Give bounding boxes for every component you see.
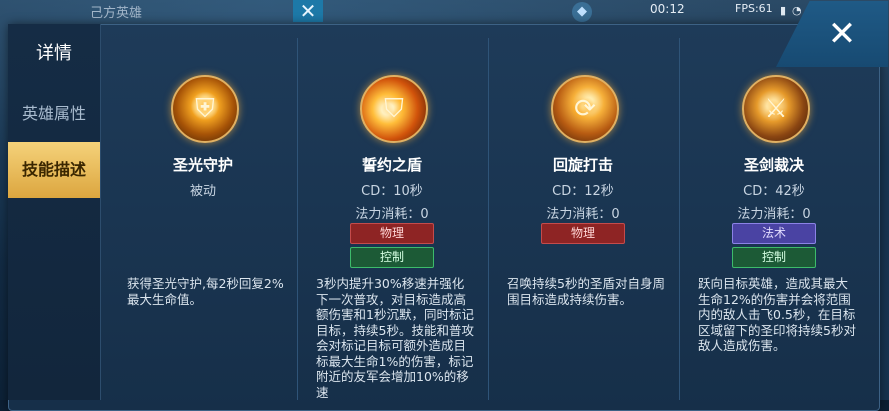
skill-description: 召唤持续5秒的圣盾对自身周围目标造成持续伤害。 xyxy=(507,276,665,307)
skill-card-passive[interactable]: ⛨ 圣光守护 被动 获得圣光守护,每2秒回复2%最大生命值。 xyxy=(113,40,293,400)
column-divider xyxy=(679,38,680,400)
skill-description: 获得圣光守护,每2秒回复2%最大生命值。 xyxy=(127,276,284,307)
detail-tabs: 详情 英雄属性 技能描述 xyxy=(8,24,101,400)
holy-sword-icon: ⚔ xyxy=(742,75,810,143)
tag-physical: 物理 xyxy=(541,223,625,244)
skill-card-3[interactable]: ⚔ 圣剑裁决 CD：42秒 法力消耗：0 法术 控制 跃向目标英雄，造成其最大生… xyxy=(684,40,864,400)
tag-magic: 法术 xyxy=(732,223,816,244)
skill-mana-cost: 法力消耗：0 xyxy=(355,207,429,222)
tag-control: 控制 xyxy=(350,247,434,268)
skill-card-1[interactable]: ⛉ 誓约之盾 CD：10秒 法力消耗：0 物理 控制 3秒内提升30%移速并强化… xyxy=(302,40,482,400)
skill-description: 跃向目标英雄，造成其最大生命12%的伤害并会将范围内的敌人击飞0.5秒，在目标区… xyxy=(698,276,856,353)
tab-hero-attributes[interactable]: 英雄属性 xyxy=(8,86,100,142)
skill-mana-cost: 法力消耗：0 xyxy=(737,207,811,222)
tab-skill-description[interactable]: 技能描述 xyxy=(8,142,100,198)
scoreboard-close-icon[interactable]: ✕ xyxy=(293,0,323,22)
match-timer: 00:12 xyxy=(650,2,685,16)
flaming-shield-icon: ⛉ xyxy=(360,75,428,143)
column-divider xyxy=(297,38,298,400)
tag-control: 控制 xyxy=(732,247,816,268)
spinning-shield-icon: ⟳ xyxy=(551,75,619,143)
panel-title: 详情 xyxy=(36,43,72,64)
skill-cooldown: CD：10秒 xyxy=(361,184,423,199)
skill-cooldown: CD：42秒 xyxy=(743,184,805,199)
skill-card-2[interactable]: ⟳ 回旋打击 CD：12秒 法力消耗：0 物理 召唤持续5秒的圣盾对自身周围目标… xyxy=(493,40,673,400)
skill-type: 被动 xyxy=(189,184,216,199)
game-top-bar: 己方英雄 ✕ ◆ 00:12 FPS:61 ▮◔⚙ xyxy=(0,0,889,22)
skill-name: 誓约之盾 xyxy=(361,156,422,174)
fps-readout: FPS:61 xyxy=(735,2,773,15)
tag-physical: 物理 xyxy=(350,223,434,244)
skill-mana-cost: 法力消耗：0 xyxy=(546,207,620,222)
skill-cooldown: CD：12秒 xyxy=(552,184,614,199)
skill-name: 回旋打击 xyxy=(552,156,613,174)
gem-icon: ◆ xyxy=(572,2,592,22)
skill-name: 圣光守护 xyxy=(172,156,233,174)
team-label: 己方英雄 xyxy=(90,6,143,21)
shield-emblem-icon: ⛨ xyxy=(171,75,239,143)
column-divider xyxy=(488,38,489,400)
skill-name: 圣剑裁决 xyxy=(743,156,804,174)
skill-description: 3秒内提升30%移速并强化下一次普攻，对目标造成高额伤害和1秒沉默，同时标记目标… xyxy=(316,276,474,400)
